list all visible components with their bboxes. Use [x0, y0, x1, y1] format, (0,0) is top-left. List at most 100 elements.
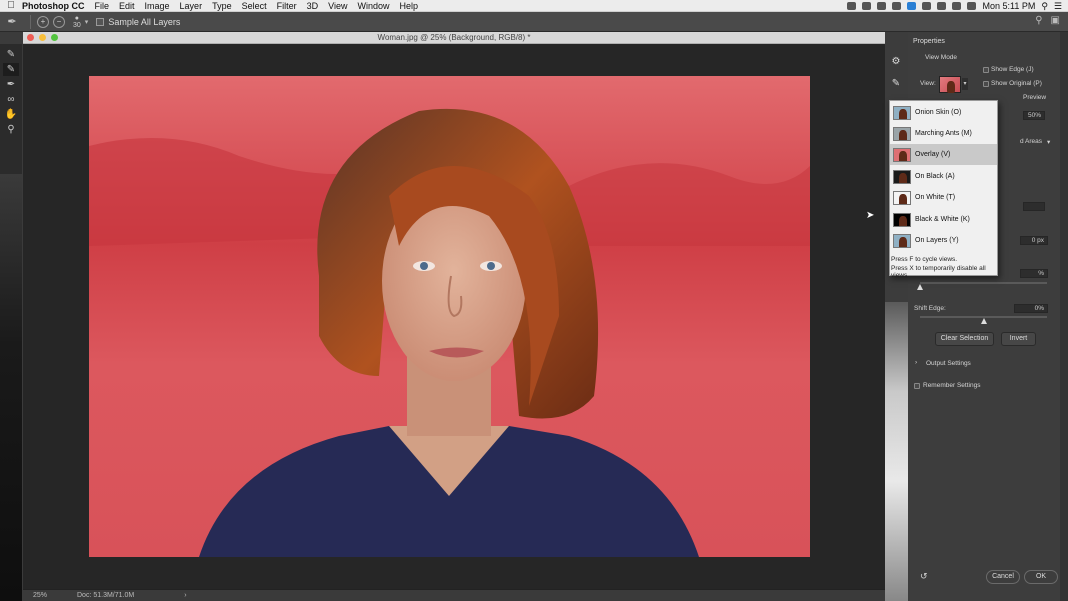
view-option-marching-ants[interactable]: Marching Ants (M): [890, 123, 997, 144]
remember-settings-checkbox[interactable]: [914, 383, 920, 389]
show-original-checkbox[interactable]: [983, 81, 989, 87]
add-to-selection-icon[interactable]: +: [37, 15, 49, 28]
refine-radius-tool-icon[interactable]: ✎: [3, 48, 19, 61]
properties-scrollbar[interactable]: [1060, 32, 1068, 601]
left-iris: [420, 262, 428, 270]
view-mode-thumbnail[interactable]: [939, 76, 961, 93]
cycle-views-hint: Press F to cycle views.: [891, 256, 958, 263]
chevron-down-icon[interactable]: ▾: [962, 78, 968, 90]
disable-views-hint: Press X to temporarily disable all views…: [891, 265, 986, 279]
document-titlebar[interactable]: Woman.jpg @ 25% (Background, RGB/8) *: [23, 32, 885, 44]
view-option-on-white[interactable]: On White (T): [890, 187, 997, 208]
menu-file[interactable]: File: [95, 1, 110, 11]
chevron-down-icon[interactable]: ▾: [85, 18, 89, 26]
divider: [30, 14, 31, 29]
hidden-field[interactable]: [1023, 202, 1045, 211]
invert-button[interactable]: Invert: [1001, 332, 1036, 346]
chevron-right-icon[interactable]: ›: [184, 592, 186, 599]
erase-refinements-tool-icon[interactable]: ✎: [3, 63, 19, 76]
properties-title: Properties: [913, 38, 945, 45]
bluetooth-icon[interactable]: [892, 2, 902, 10]
percent-field[interactable]: %: [1020, 269, 1048, 278]
lasso-tool-icon[interactable]: ∞: [3, 93, 19, 106]
notification-center-icon[interactable]: ☰: [1054, 1, 1062, 12]
chevron-down-icon[interactable]: ▾: [1047, 138, 1050, 146]
properties-icon[interactable]: ⚙: [889, 56, 903, 68]
wifi-icon[interactable]: [937, 2, 947, 10]
desktop-background: [885, 302, 908, 601]
menu-type[interactable]: Type: [212, 1, 232, 11]
menu-3d[interactable]: 3D: [307, 1, 319, 11]
view-option-on-layers[interactable]: On Layers (Y): [890, 230, 997, 251]
show-edge-label: Show Edge (J): [991, 66, 1034, 73]
options-bar: ✒ + − ● 30 ▾ Sample All Layers ⚲ ▣: [0, 12, 1068, 32]
quick-selection-tool-icon[interactable]: ✒: [0, 14, 24, 30]
doc-size[interactable]: Doc: 51.3M/71.0M: [77, 592, 134, 599]
areas-label: d Areas: [1020, 138, 1043, 145]
view-option-label: Black & White (K): [915, 216, 970, 223]
menu-view[interactable]: View: [328, 1, 347, 11]
view-mode-label: View Mode: [925, 54, 958, 61]
portrait-image: [89, 76, 810, 557]
chevron-right-icon[interactable]: ›: [915, 359, 917, 366]
apple-icon[interactable]: : [0, 0, 22, 11]
black-white-thumbnail: [893, 212, 911, 227]
view-option-overlay[interactable]: Overlay (V): [890, 144, 997, 165]
menubar-clock[interactable]: Mon 5:11 PM: [982, 1, 1035, 11]
slider-track[interactable]: [920, 282, 1047, 284]
opacity-field[interactable]: 50%: [1023, 111, 1045, 120]
px-field[interactable]: 0 px: [1020, 236, 1048, 245]
workspace-icon[interactable]: ▣: [1051, 15, 1060, 26]
clear-selection-button[interactable]: Clear Selection: [935, 332, 994, 346]
photo-canvas[interactable]: [89, 76, 810, 557]
sample-all-layers-checkbox[interactable]: [96, 17, 105, 26]
zoom-tool-icon[interactable]: ⚲: [3, 123, 19, 136]
options-right: ⚲ ▣: [1035, 15, 1060, 26]
menu-app-name[interactable]: Photoshop CC: [22, 1, 85, 11]
brush-size-picker[interactable]: ● 30: [73, 15, 81, 29]
menu-window[interactable]: Window: [357, 1, 389, 11]
view-label: View:: [920, 80, 936, 87]
shift-edge-thumb[interactable]: [980, 318, 987, 324]
spotlight-icon[interactable]: ⚲: [1041, 1, 1048, 12]
output-settings-label[interactable]: Output Settings: [926, 360, 971, 367]
menubar:  Photoshop CC File Edit Image Layer Typ…: [0, 0, 1068, 12]
hand-tool-icon[interactable]: ✋: [3, 108, 19, 121]
adjustment-icon[interactable]: ✎: [889, 78, 903, 90]
menu-image[interactable]: Image: [145, 1, 170, 11]
menu-edit[interactable]: Edit: [119, 1, 135, 11]
cloud-icon[interactable]: [877, 2, 887, 10]
search-icon[interactable]: ⚲: [1035, 15, 1042, 26]
view-option-onion-skin[interactable]: Onion Skin (O): [890, 102, 997, 123]
view-option-label: On Black (A): [915, 173, 955, 180]
zoom-level[interactable]: 25%: [33, 592, 73, 599]
on-black-thumbnail: [893, 169, 911, 184]
shift-edge-field[interactable]: 0%: [1014, 304, 1048, 313]
view-option-black-white[interactable]: Black & White (K): [890, 209, 997, 230]
view-option-on-black[interactable]: On Black (A): [890, 166, 997, 187]
status-area: Mon 5:11 PM ⚲ ☰: [847, 0, 1062, 12]
menu-filter[interactable]: Filter: [277, 1, 297, 11]
subtract-from-selection-icon[interactable]: −: [53, 15, 65, 28]
show-edge-checkbox[interactable]: [983, 67, 989, 73]
view-option-label: Onion Skin (O): [915, 109, 962, 116]
cancel-button[interactable]: Cancel: [986, 570, 1020, 584]
view-option-label: Overlay (V): [915, 151, 951, 158]
desktop-background: [0, 174, 22, 601]
ok-button[interactable]: OK: [1024, 570, 1058, 584]
view-option-label: On Layers (Y): [915, 237, 959, 244]
dropbox-icon[interactable]: [907, 2, 917, 10]
record-icon[interactable]: [862, 2, 872, 10]
menu-select[interactable]: Select: [242, 1, 267, 11]
slider-thumb[interactable]: [917, 284, 923, 290]
reset-icon[interactable]: ↺: [920, 571, 928, 582]
battery-icon[interactable]: [967, 2, 977, 10]
screen-icon[interactable]: [847, 2, 857, 10]
brush-tool-icon[interactable]: ✒: [3, 78, 19, 91]
menu-layer[interactable]: Layer: [180, 1, 203, 11]
menu-help[interactable]: Help: [399, 1, 418, 11]
remember-settings-label: Remember Settings: [923, 382, 981, 389]
canvas-area[interactable]: [23, 44, 885, 589]
eject-icon[interactable]: [952, 2, 962, 10]
volume-icon[interactable]: [922, 2, 932, 10]
